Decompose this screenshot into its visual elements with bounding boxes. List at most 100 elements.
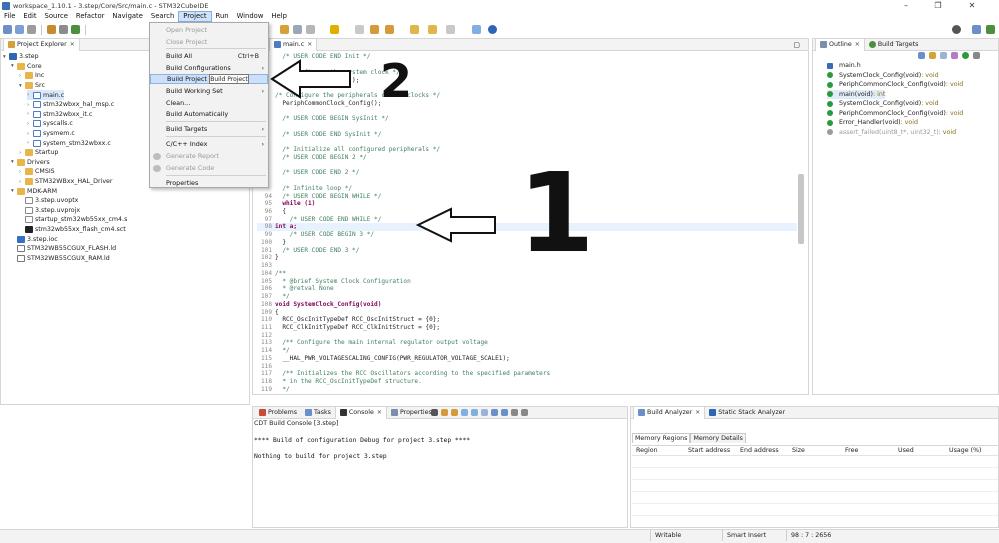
close-button[interactable]: ✕ [959,0,985,11]
collapse-all-icon[interactable] [918,52,925,59]
editor-scrollbar-thumb[interactable] [798,174,804,244]
code-line[interactable]: /* USER CODE BEGIN SysInit */ [257,115,388,123]
menu-item-build-all[interactable]: Build All Ctrl+B [150,51,268,61]
tree-item[interactable]: › stm32wbxx_it.c [27,110,92,120]
outline-item[interactable]: Error_Handler(void) : void [827,118,918,128]
menu-item-generate-report[interactable]: Generate Report [150,151,268,161]
navigate-back-icon[interactable] [410,25,419,34]
tree-item[interactable]: › main.c [27,90,65,100]
hide-fields-icon[interactable] [940,52,947,59]
code-line[interactable]: 111 RCC_ClkInitTypeDef RCC_ClkInitStruct… [257,324,440,332]
tree-item[interactable]: STM32WB55CGUX_FLASH.ld [11,244,116,254]
hide-non-public-icon[interactable] [962,52,969,59]
tree-item[interactable]: ▾ Src [19,81,45,91]
tree-item[interactable]: ▾ Core [11,62,42,72]
column-header[interactable]: Used [898,447,914,454]
view-menu-icon[interactable] [973,52,980,59]
pin-console-icon[interactable] [461,409,468,416]
open-console-icon[interactable] [481,409,488,416]
tree-item[interactable]: › CMSIS [19,167,55,177]
copy-icon[interactable] [501,409,508,416]
tree-item[interactable]: › stm32wbxx_hal_msp.c [27,100,114,110]
outline-item[interactable]: main.h [827,61,861,71]
tab-tasks[interactable]: Tasks [301,407,335,419]
menu-item-c-c-index[interactable]: C/C++ Index › [150,139,268,149]
tab-console[interactable]: Console ✕ [334,406,387,419]
menu-refactor[interactable]: Refactor [72,11,109,22]
debug-perspective-icon[interactable] [986,25,995,34]
tab-memory-details[interactable]: Memory Details [690,433,746,443]
maximize-button[interactable]: ❐ [925,0,951,11]
code-line[interactable]: 115 __HAL_PWR_VOLTAGESCALING_CONFIG(PWR_… [257,354,510,362]
menu-source[interactable]: Source [41,11,72,22]
view-menu-icon[interactable] [511,409,518,416]
tree-item[interactable]: › Startup [19,148,58,158]
code-line[interactable]: 100 } [257,239,286,247]
code-line[interactable]: 113 /** Configure the main internal regu… [257,339,488,347]
pin-icon[interactable] [472,25,481,34]
code-line[interactable]: 108 void SystemClock_Config(void) [257,300,381,308]
code-line[interactable]: /* Infinite loop */ [257,184,352,192]
settings-icon[interactable] [59,25,68,34]
code-line[interactable]: 94 /* USER CODE BEGIN WHILE */ [257,192,382,200]
column-header[interactable]: Free [845,447,858,454]
tab-problems[interactable]: Problems [255,407,301,419]
info-icon[interactable] [488,25,497,34]
menu-edit[interactable]: Edit [19,11,40,22]
save-icon[interactable] [15,25,24,34]
menu-run[interactable]: Run [212,11,233,22]
menu-item-clean[interactable]: Clean... [150,98,268,108]
menu-item-build-targets[interactable]: Build Targets › [150,124,268,134]
outline-item[interactable]: assert_failed(uint8_t*, uint32_t) : void [827,128,956,138]
tree-item[interactable]: ▾ Drivers [11,158,50,168]
close-icon[interactable]: ✕ [695,409,700,416]
build-hammer-icon[interactable] [47,25,56,34]
menu-item-close-project[interactable]: Close Project [150,37,268,47]
menu-project[interactable]: Project [178,11,212,22]
scroll-lock-icon[interactable] [441,409,448,416]
close-icon[interactable]: ✕ [307,41,312,48]
new-icon[interactable] [3,25,12,34]
minimize-icon[interactable] [521,409,528,416]
code-line[interactable]: 116 [257,362,275,370]
code-line[interactable]: 104/** [257,269,286,277]
tree-item[interactable]: › syscalls.c [27,119,73,129]
back-icon[interactable] [370,25,379,34]
highlight-icon[interactable] [330,25,339,34]
menu-item-generate-code[interactable]: Generate Code [150,163,268,173]
menu-file[interactable]: File [0,11,19,22]
tree-item[interactable]: startup_stm32wb55xx_cm4.s [19,215,127,225]
code-line[interactable]: 96 { [257,208,286,216]
column-header[interactable]: Size [792,447,805,454]
column-header[interactable]: Region [636,447,658,454]
tree-item[interactable]: ▾ MDK-ARM [11,186,57,196]
column-header[interactable]: End address [740,447,779,454]
tree-item[interactable]: ▾ 3.step [3,52,39,62]
close-icon[interactable]: ✕ [377,409,382,416]
word-wrap-icon[interactable] [451,409,458,416]
clear-console-icon[interactable] [431,409,438,416]
perspective-icon[interactable] [972,25,981,34]
tab-main-c[interactable]: main.c ✕ [269,38,318,51]
tree-item[interactable]: › sysmem.c [27,129,75,139]
menu-help[interactable]: Help [267,11,291,22]
menu-item-build-working-set[interactable]: Build Working Set › [150,86,268,96]
tab-static-stack-analyzer[interactable]: Static Stack Analyzer [705,407,789,419]
debug-icon[interactable] [71,25,80,34]
tree-item[interactable]: 3.step.uvoptx [19,196,78,206]
menu-item-build-configurations[interactable]: Build Configurations › [150,63,268,73]
tree-item[interactable]: › system_stm32wbxx.c [27,138,111,148]
search-icon[interactable] [952,25,961,34]
code-line[interactable]: /* USER CODE END SysInit */ [257,130,381,138]
tree-item[interactable]: › Inc [19,71,44,81]
menu-item-properties[interactable]: Properties [150,178,268,188]
code-line[interactable]: 106 * @retval None [257,285,334,293]
sort-icon[interactable] [929,52,936,59]
code-line[interactable]: 103 [257,262,275,270]
menu-window[interactable]: Window [233,11,268,22]
tree-item[interactable]: 3.step.ioc [11,234,58,244]
tree-item[interactable]: STM32WB55CGUX_RAM.ld [11,254,110,264]
code-line[interactable]: 105 * @brief System Clock Configuration [257,277,411,285]
tab-project-explorer[interactable]: Project Explorer ✕ [3,38,80,51]
outline-item[interactable]: PeriphCommonClock_Config(void) : void [827,80,963,90]
